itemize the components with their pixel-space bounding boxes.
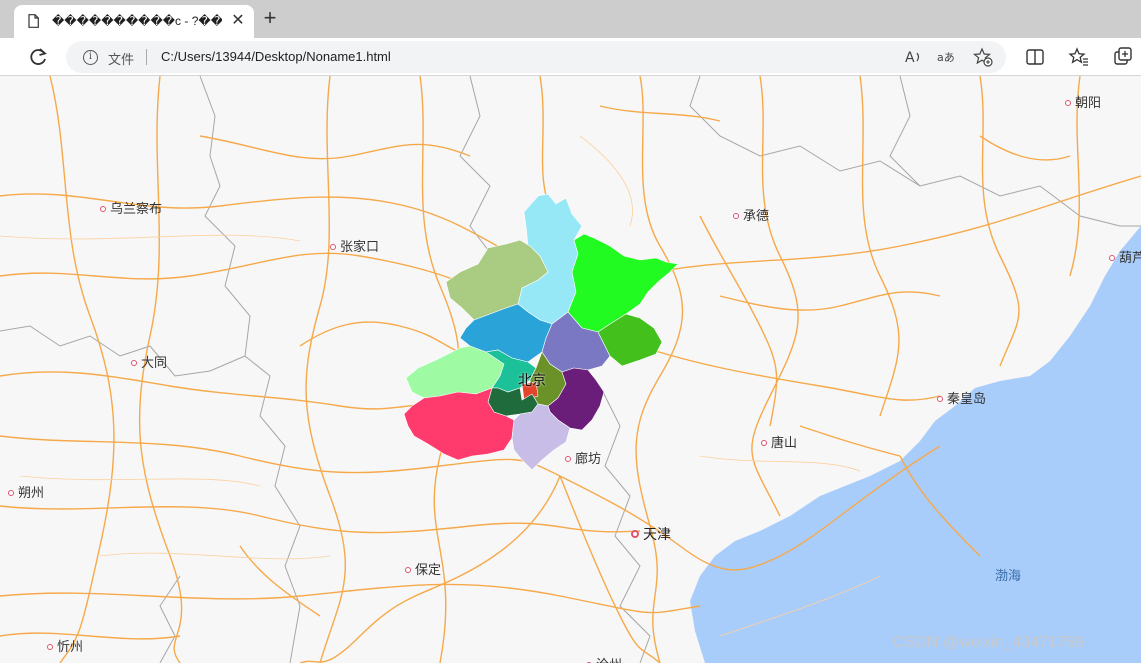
svg-text:A: A (905, 50, 915, 66)
url-text[interactable]: C:/Users/13944/Desktop/Noname1.html (161, 49, 391, 64)
city-label: 保定 (405, 559, 441, 578)
tab-title: ����������c - ?��&� (52, 14, 222, 28)
city-label: 秦皇岛 (937, 388, 986, 407)
city-label: 葫芦 (1109, 247, 1141, 266)
city-label: 忻州 (47, 636, 83, 655)
city-label: 唐山 (761, 432, 797, 451)
favorites-icon[interactable] (1068, 46, 1090, 68)
city-label: 朔州 (8, 482, 44, 501)
refresh-icon[interactable] (27, 46, 49, 68)
tab-strip: ����������c - ?��&� ✕ + (0, 0, 1141, 38)
map-view[interactable]: 朝阳 乌兰察布 承德 张家口 葫芦 大同 秦皇岛 唐山 廊坊 朔州 天津 保定 … (0, 76, 1141, 663)
address-separator (146, 49, 147, 65)
city-label: 天津 (631, 524, 671, 544)
watermark: CSDN @weixin_43471769 (893, 634, 1084, 651)
city-label: 乌兰察布 (100, 198, 162, 217)
city-label: 承德 (733, 205, 769, 224)
sea-label: 渤海 (995, 568, 1022, 583)
translate-icon[interactable]: aあ (936, 46, 958, 68)
beijing-districts (403, 193, 679, 471)
read-aloud-icon[interactable]: A (902, 46, 924, 68)
address-bar[interactable]: i 文件 C:/Users/13944/Desktop/Noname1.html… (66, 41, 1006, 73)
city-label: 沧州 (586, 654, 622, 663)
page-icon (28, 14, 39, 28)
beijing-label: 北京 (518, 372, 546, 388)
browser-toolbar: i 文件 C:/Users/13944/Desktop/Noname1.html… (0, 38, 1141, 76)
split-screen-icon[interactable] (1024, 46, 1046, 68)
new-tab-button[interactable]: + (259, 7, 281, 30)
address-scheme-label: 文件 (108, 52, 135, 67)
browser-tab[interactable]: ����������c - ?��&� ✕ (14, 5, 254, 38)
city-label: 廊坊 (565, 448, 601, 467)
city-label: 大同 (131, 352, 167, 371)
map-canvas (0, 76, 1141, 663)
collections-icon[interactable] (1112, 46, 1134, 68)
city-label: 朝阳 (1065, 92, 1101, 111)
svg-text:aあ: aあ (937, 51, 955, 64)
close-tab-icon[interactable]: ✕ (229, 12, 247, 30)
city-label: 张家口 (330, 236, 379, 255)
add-favorite-icon[interactable] (972, 46, 994, 68)
info-icon[interactable]: i (83, 50, 98, 65)
